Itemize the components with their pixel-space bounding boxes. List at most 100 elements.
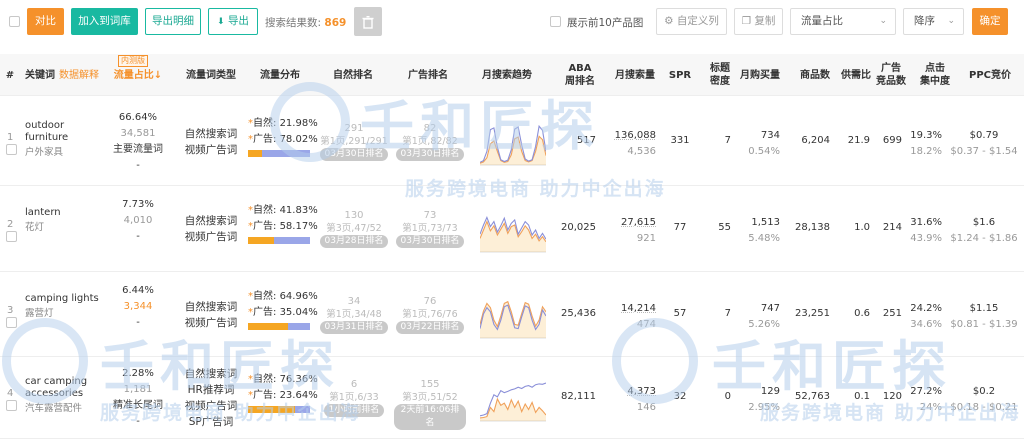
col-title-density: 标题 密度 [705,54,735,96]
ad-label: 广告: [253,221,277,232]
delete-button[interactable] [354,7,382,36]
natural-rank-cell: 291 第1页,291/291 03月30日排名 [318,122,390,161]
traffic-share-cell: 6.44% 3,344 - [103,283,173,331]
natural-rank-date: 03月30日排名 [319,147,389,161]
natural-pct: 64.96% [279,290,318,302]
traffic-share-dash: - [136,159,140,171]
traffic-dist-bar [248,149,310,157]
ad-bar [295,406,310,413]
spr-value: 331 [670,134,690,146]
row-checkbox[interactable] [6,316,17,328]
col-density-line1: 标题 [710,63,730,74]
monthly-search-cell: 14,214 474 [610,301,656,333]
chevron-down-icon: ⌄ [947,16,955,26]
share-tag: 主要流量词 [113,143,163,155]
data-explain-link[interactable]: 数据解释 [59,69,99,82]
row-index: 2 [7,219,14,230]
daily-search: 146 [636,402,656,413]
ad-pct: 23.64% [279,390,318,401]
row-checkbox[interactable] [6,400,17,411]
top10-checkbox[interactable] [550,16,561,27]
product-count: 6,204 [801,134,830,146]
ad-rank-cell: 82 第1页,82/82 03月30日排名 [394,122,466,161]
keyword-en[interactable]: camping lights [25,293,107,305]
table-row: 4 car camping accessories 汽车露营配件 2.28% 1,181… [0,357,1024,439]
spr-value: 77 [673,222,687,233]
ad-rank-cell: 155 第3页,51/52 2天前16:06排名 [394,378,466,430]
col-product-count: 商品数 [800,69,830,81]
monthly-trend-sparkline[interactable] [480,374,546,422]
ad-rank-page: 第1页,76/76 [402,308,458,320]
ppc-bid: $0.79 [969,129,999,141]
traffic-share-dash: - [136,231,140,242]
sort-order-value: 降序 [914,15,935,27]
traffic-dist-bar [248,322,310,330]
keyword-en[interactable]: lantern [25,207,107,219]
col-spr: SPR [668,69,692,81]
monthly-search: 4,373 [627,386,656,397]
keyword-cn: 花灯 [25,222,45,233]
copy-label: 复制 [754,15,776,27]
copy-icon: ❐ [741,15,752,27]
keyword-en[interactable]: outdoor furniture [25,120,107,144]
monthly-trend-sparkline[interactable] [480,291,546,339]
natural-rank-page: 第1页,34/48 [326,308,382,320]
sort-field-select[interactable]: 流量占比 ⌄ [790,8,896,35]
supply-demand: 1.0 [854,222,870,233]
col-aba-rank: ABA 周排名 [560,54,600,96]
traffic-dist-bar [248,406,310,413]
ad-rank-page: 第1页,82/82 [402,135,458,147]
spr-value: 57 [673,307,687,319]
ad-rank-cell: 73 第1页,73/73 03月30日排名 [394,209,466,248]
custom-columns-button[interactable]: ⚙ 自定义列 [656,8,727,35]
natural-pct: 76.36% [279,374,318,385]
add-to-library-button[interactable]: 加入到词库 [71,8,138,35]
natural-pct: 21.98% [279,117,318,129]
ad-products: 120 [882,391,902,402]
ppc-range: $0.37 - $1.54 [950,145,1018,157]
click-concentration-sub: 18.2% [910,145,942,157]
traffic-type: 视频广告词 [184,400,238,412]
title-density: 0 [724,391,731,402]
compare-button[interactable]: 对比 [27,8,64,35]
supply-demand: 21.9 [847,134,870,146]
natural-pct: 41.83% [279,205,318,216]
ad-rank: 82 [423,122,437,134]
col-traffic-share[interactable]: 流量占比↓ [108,54,168,96]
traffic-share-count: 4,010 [123,215,153,226]
keyword-cell: lantern 花灯 [25,207,107,233]
copy-button[interactable]: ❐ 复制 [734,8,783,35]
col-monthly-purchase: 月购买量 [740,69,780,81]
monthly-trend-sparkline[interactable] [480,118,546,166]
traffic-type-cell: 自然搜索词 视频广告词 [178,213,244,245]
daily-search: 474 [636,318,656,330]
sort-field-value: 流量占比 [801,15,843,27]
export-button[interactable]: ⬇ 导出 [208,8,258,35]
row-checkbox[interactable] [6,143,17,155]
ad-label: 广告: [253,133,277,145]
natural-rank-page: 第1页,291/291 [320,135,388,147]
ad-pct: 78.02% [279,133,318,145]
col-monthly-trend: 月搜索趋势 [482,69,532,81]
monthly-trend-sparkline[interactable] [480,205,546,253]
ppc-cell: $0.2 $0.18 - $0.21 [944,384,1024,416]
col-keyword-label: 关键词 [25,69,55,81]
ad-rank-cell: 76 第1页,76/76 03月22日排名 [394,295,466,334]
traffic-type: 视频广告词 [184,316,238,329]
export-detail-button[interactable]: 导出明细 [145,8,201,35]
trash-icon [362,15,374,29]
ppc-cell: $0.79 $0.37 - $1.54 [944,128,1024,160]
traffic-share-pct: 66.64% [118,111,158,123]
sort-order-select[interactable]: 降序 ⌄ [903,8,964,35]
select-all-checkbox[interactable] [9,16,20,27]
natural-rank-cell: 34 第1页,34/48 03月31日排名 [318,295,390,334]
confirm-button[interactable]: 确定 [972,8,1008,35]
natural-label: 自然: [253,205,277,216]
natural-rank-cell: 130 第3页,47/52 03月28日排名 [318,209,390,248]
keyword-cell: outdoor furniture 户外家具 [25,120,107,158]
purchase-rate: 2.95% [748,402,780,413]
row-checkbox[interactable] [6,231,17,242]
ad-bar [273,237,310,244]
keyword-en[interactable]: car camping accessories [25,376,107,400]
ad-bar [261,149,310,157]
